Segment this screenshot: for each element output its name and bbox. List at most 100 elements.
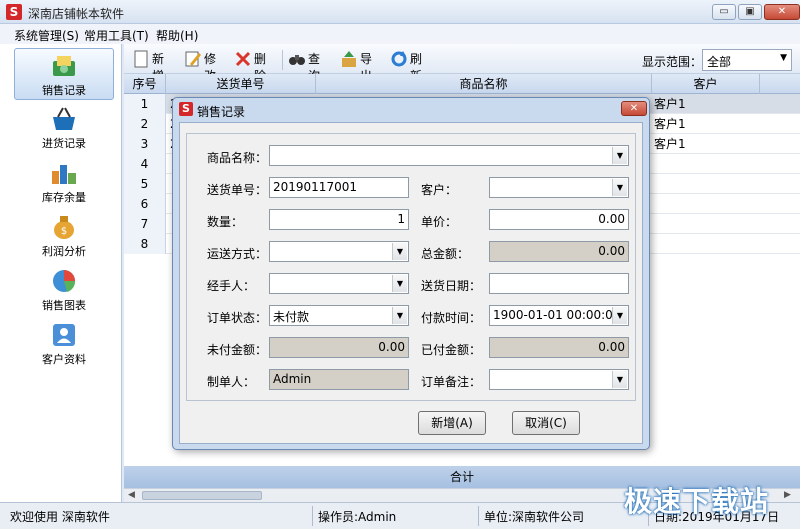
chevron-down-icon: ▼ <box>612 307 627 324</box>
order-no-label: 送货单号： <box>207 183 268 197</box>
cell-customer: 客户1 <box>654 117 686 131</box>
unit-price-field[interactable]: 0.00 <box>489 209 629 230</box>
left-nav: 销售记录 进货记录 库存余量 $ 利润分析 销售图表 客户资料 <box>0 44 122 502</box>
menu-bar: 系统管理(S) 常用工具(T) 帮助(H) <box>0 24 800 44</box>
status-label: 订单状态： <box>207 311 268 325</box>
export-button[interactable]: 导出 <box>340 50 372 83</box>
menu-help[interactable]: 帮助(H) <box>156 27 198 44</box>
unit-price-label: 单价： <box>421 215 458 229</box>
chevron-down-icon: ▼ <box>780 53 787 63</box>
dialog-logo-icon: S <box>179 102 193 116</box>
col-header-extra <box>760 74 800 94</box>
customer-icon <box>53 324 75 346</box>
minimize-button[interactable]: ▭ <box>712 4 736 20</box>
row-number: 3 <box>124 134 166 154</box>
nav-item-chart[interactable]: 销售图表 <box>14 264 114 316</box>
dialog-add-button[interactable]: 新增(A) <box>418 411 486 435</box>
svg-text:$: $ <box>61 226 67 237</box>
range-select[interactable]: 全部 ▼ <box>702 49 792 71</box>
order-no-field[interactable]: 20190117001 <box>269 177 409 198</box>
nav-item-sales[interactable]: 销售记录 <box>14 48 114 100</box>
profit-bag-icon: $ <box>54 216 74 239</box>
status-separator <box>312 506 313 526</box>
row-number: 8 <box>124 234 166 254</box>
dialog-title: 销售记录 <box>197 105 246 119</box>
col-header-product[interactable]: 商品名称 <box>316 74 652 94</box>
nav-item-inventory[interactable]: 库存余量 <box>14 156 114 208</box>
add-button[interactable]: 新增 <box>132 50 164 83</box>
query-button[interactable]: 查询 <box>288 50 320 83</box>
dialog-cancel-button[interactable]: 取消(C) <box>512 411 580 435</box>
pay-time-picker[interactable]: 1900-01-01 00:00:00 ▼ <box>489 305 629 326</box>
chevron-down-icon: ▼ <box>612 179 627 196</box>
new-document-icon <box>134 50 148 68</box>
scroll-thumb[interactable] <box>142 491 262 500</box>
row-number: 2 <box>124 114 166 134</box>
grid-header: 序号 送货单号 商品名称 客户 <box>124 74 800 94</box>
nav-item-customer[interactable]: 客户资料 <box>14 318 114 370</box>
ship-method-label: 运送方式： <box>207 247 268 261</box>
nav-item-purchase[interactable]: 进货记录 <box>14 102 114 154</box>
title-bar: S 深南店铺帐本软件 ▭ ▣ ✕ <box>0 0 800 24</box>
qty-label: 数量： <box>207 215 244 229</box>
form-panel: 商品名称： ▼ 送货单号： 20190117001 客户： ▼ 数量： 1 单价… <box>186 133 636 401</box>
total-label: 总金额： <box>421 247 470 261</box>
order-status-select[interactable]: 未付款 ▼ <box>269 305 409 326</box>
menu-tools[interactable]: 常用工具(T) <box>84 27 149 44</box>
binoculars-icon <box>289 55 305 65</box>
inventory-icon <box>52 165 76 184</box>
delete-button[interactable]: 删除 <box>234 50 266 83</box>
product-select[interactable]: ▼ <box>269 145 629 166</box>
nav-item-profit[interactable]: $ 利润分析 <box>14 210 114 262</box>
status-unit: 单位:深南软件公司 <box>484 510 585 524</box>
product-label: 商品名称： <box>207 151 268 165</box>
delete-x-icon <box>235 51 251 67</box>
cell-customer: 客户1 <box>654 137 686 151</box>
sales-record-icon <box>53 56 75 76</box>
chevron-down-icon: ▼ <box>612 371 627 388</box>
toolbar-separator <box>282 50 283 70</box>
restore-button[interactable]: ▣ <box>738 4 762 20</box>
edit-button[interactable]: 修改 <box>184 50 216 83</box>
status-separator <box>478 506 479 526</box>
ship-method-select[interactable]: ▼ <box>269 241 409 262</box>
col-header-order[interactable]: 送货单号 <box>166 74 316 94</box>
remark-label: 订单备注： <box>421 375 482 389</box>
dialog-title-bar: S 销售记录 ✕ <box>173 98 649 120</box>
refresh-button[interactable]: 刷新 <box>390 50 422 83</box>
close-button[interactable]: ✕ <box>764 4 800 20</box>
total-field: 0.00 <box>489 241 629 262</box>
row-number: 7 <box>124 214 166 234</box>
unpaid-label: 未付金额： <box>207 343 268 357</box>
menu-system[interactable]: 系统管理(S) <box>14 27 79 44</box>
row-number: 5 <box>124 174 166 194</box>
row-number: 4 <box>124 154 166 174</box>
ship-date-field[interactable] <box>489 273 629 294</box>
cell-customer: 客户1 <box>654 97 686 111</box>
customer-select[interactable]: ▼ <box>489 177 629 198</box>
dialog-close-button[interactable]: ✕ <box>621 101 647 116</box>
chevron-down-icon: ▼ <box>392 275 407 292</box>
customer-label: 客户： <box>421 183 458 197</box>
handler-select[interactable]: ▼ <box>269 273 409 294</box>
scroll-right-icon[interactable]: ▶ <box>784 490 791 500</box>
paid-label: 已付金额： <box>421 343 482 357</box>
range-label: 显示范围： <box>642 55 703 69</box>
scroll-left-icon[interactable]: ◀ <box>128 490 135 500</box>
remark-select[interactable]: ▼ <box>489 369 629 390</box>
app-logo-icon: S <box>6 4 22 20</box>
purchase-basket-icon <box>53 107 75 130</box>
pie-chart-icon <box>53 270 76 292</box>
chevron-down-icon: ▼ <box>612 147 627 164</box>
col-header-index[interactable]: 序号 <box>124 74 166 94</box>
toolbar: 新增 修改 删除 查询 导出 刷新 显示范围： 全部 ▼ <box>124 44 800 83</box>
paid-field: 0.00 <box>489 337 629 358</box>
qty-field[interactable]: 1 <box>269 209 409 230</box>
watermark: 极速下载站 <box>624 485 770 518</box>
status-operator: 操作员:Admin <box>318 510 397 524</box>
chevron-down-icon: ▼ <box>392 307 407 324</box>
col-header-customer[interactable]: 客户 <box>652 74 760 94</box>
pay-time-label: 付款时间： <box>421 311 482 325</box>
handler-label: 经手人： <box>207 279 256 293</box>
chevron-down-icon: ▼ <box>392 243 407 260</box>
